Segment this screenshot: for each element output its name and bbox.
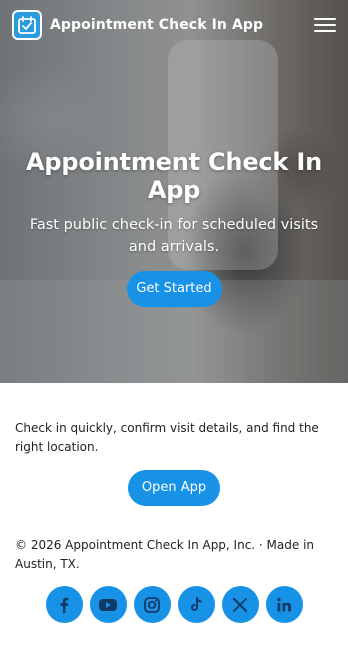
footer: © 2026 Appointment Check In App, Inc. · … <box>0 506 348 623</box>
calendar-check-icon[interactable] <box>12 10 42 40</box>
linkedin-icon[interactable] <box>265 586 303 623</box>
youtube-icon[interactable] <box>89 586 127 623</box>
copyright-text: © 2026 Appointment Check In App, Inc. · … <box>15 538 315 571</box>
x-icon[interactable] <box>221 586 259 623</box>
brand-name[interactable]: Appointment Check In App <box>50 17 263 33</box>
get-started-button[interactable]: Get Started <box>126 271 222 307</box>
open-app-button[interactable]: Open App <box>128 470 220 506</box>
intro-text: Check in quickly, confirm visit details,… <box>15 421 319 454</box>
hero-section: Appointment Check In App Appointment Che… <box>0 0 348 383</box>
hero-content: Appointment Check In App Fast public che… <box>0 148 348 307</box>
hamburger-menu-icon[interactable] <box>314 18 336 32</box>
social-links <box>0 586 348 623</box>
top-nav: Appointment Check In App <box>0 0 348 50</box>
instagram-icon[interactable] <box>133 586 171 623</box>
hero-title: Appointment Check In App <box>26 148 322 204</box>
hero-subtitle: Fast public check-in for scheduled visit… <box>29 217 319 255</box>
facebook-icon[interactable] <box>45 586 83 623</box>
tiktok-icon[interactable] <box>177 586 215 623</box>
